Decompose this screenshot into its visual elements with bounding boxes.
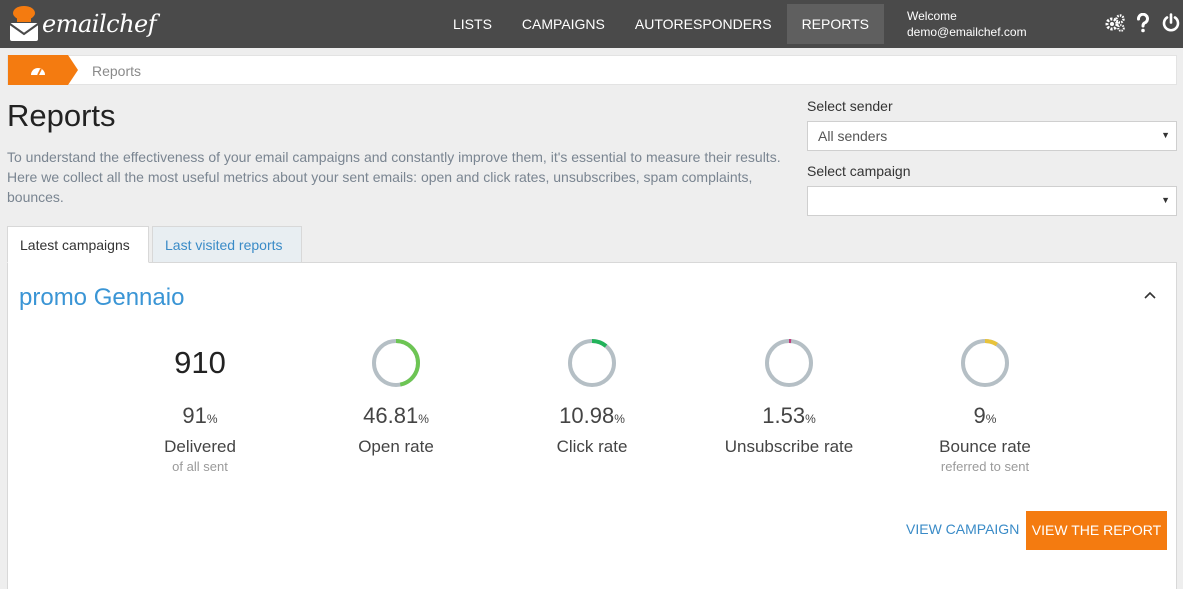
unsubscribe-rate-ring [765, 339, 813, 387]
click-rate-ring [568, 339, 616, 387]
caret-down-icon: ▼ [1161, 195, 1170, 205]
view-report-button[interactable]: VIEW THE REPORT [1026, 511, 1167, 550]
user-email[interactable]: demo@emailchef.com [907, 24, 1027, 40]
stat-value: 1.53 [762, 403, 806, 428]
stat-label: Unsubscribe rate [724, 437, 854, 456]
campaign-label: Select campaign [807, 163, 911, 179]
stat-unit: % [614, 412, 625, 426]
caret-down-icon: ▼ [1161, 130, 1170, 140]
chevron-up-icon[interactable] [1142, 287, 1158, 303]
stat-value: 91 [182, 403, 207, 428]
ring-track [961, 339, 1009, 387]
page-title: Reports [7, 98, 116, 133]
nav-item-lists[interactable]: LISTS [438, 4, 507, 44]
dashboard-icon [31, 68, 45, 76]
campaign-select[interactable]: ▼ [807, 186, 1177, 216]
stat-sublabel: referred to sent [940, 459, 1030, 474]
campaign-title[interactable]: promo Gennaio [19, 284, 184, 312]
sender-select[interactable]: All senders ▼ [807, 121, 1177, 151]
open-rate-ring [372, 339, 420, 387]
page-description: To understand the effectiveness of your … [7, 149, 781, 205]
stat-label: Open rate [358, 437, 434, 456]
stat-click-rate: 10.98% Click rate [507, 333, 677, 457]
stat-value: 10.98 [559, 403, 615, 428]
breadcrumb-current: Reports [92, 63, 142, 79]
brand-name: emailchef [42, 10, 157, 38]
ring-track [568, 339, 616, 387]
delivered-count: 910 [174, 345, 226, 380]
ring-track [765, 339, 813, 387]
bounce-rate-ring [961, 339, 1009, 387]
stat-unit: % [805, 412, 816, 426]
tab-latest-campaigns[interactable]: Latest campaigns [7, 226, 149, 263]
stat-label: Click rate [556, 437, 628, 456]
top-navbar: emailchef LISTS CAMPAIGNS AUTORESPONDERS… [0, 0, 1183, 48]
power-icon[interactable] [1160, 12, 1182, 34]
stat-unsubscribe-rate: 1.53% Unsubscribe rate [704, 333, 874, 457]
campaign-panel: promo Gennaio 910 91% Delivered of all s… [7, 262, 1177, 589]
stat-bounce-rate: 9% Bounce rate referred to sent [900, 333, 1070, 474]
stat-open-rate: 46.81% Open rate [311, 333, 481, 457]
chef-envelope-icon [8, 5, 40, 43]
stat-sublabel: of all sent [172, 459, 228, 474]
sender-label: Select sender [807, 98, 893, 114]
welcome-label: Welcome [907, 9, 957, 23]
nav-item-autoresponders[interactable]: AUTORESPONDERS [620, 4, 787, 44]
stat-unit: % [985, 412, 997, 426]
stat-unit: % [418, 412, 429, 426]
sender-select-value: All senders [818, 128, 888, 144]
stat-unit: % [206, 412, 218, 426]
breadcrumb-home[interactable] [8, 55, 78, 85]
stat-delivered: 910 91% Delivered of all sent [115, 333, 285, 474]
breadcrumb: Reports [7, 55, 1177, 85]
main-nav: LISTS CAMPAIGNS AUTORESPONDERS REPORTS [438, 4, 884, 44]
nav-item-campaigns[interactable]: CAMPAIGNS [507, 4, 620, 44]
top-icons [1104, 12, 1182, 34]
stat-value: 46.81 [363, 403, 419, 428]
tab-last-visited-reports[interactable]: Last visited reports [152, 226, 302, 263]
view-campaign-link[interactable]: VIEW CAMPAIGN [906, 521, 1019, 537]
help-icon[interactable] [1132, 12, 1154, 34]
nav-item-reports[interactable]: REPORTS [786, 4, 884, 44]
stat-label: Bounce rate [939, 437, 1031, 456]
stat-label: Delivered [164, 437, 236, 456]
settings-gears-icon[interactable] [1104, 12, 1126, 34]
brand-logo[interactable]: emailchef [8, 4, 157, 44]
user-welcome: Welcome demo@emailchef.com [907, 8, 1027, 40]
stat-value: 9 [973, 403, 986, 428]
